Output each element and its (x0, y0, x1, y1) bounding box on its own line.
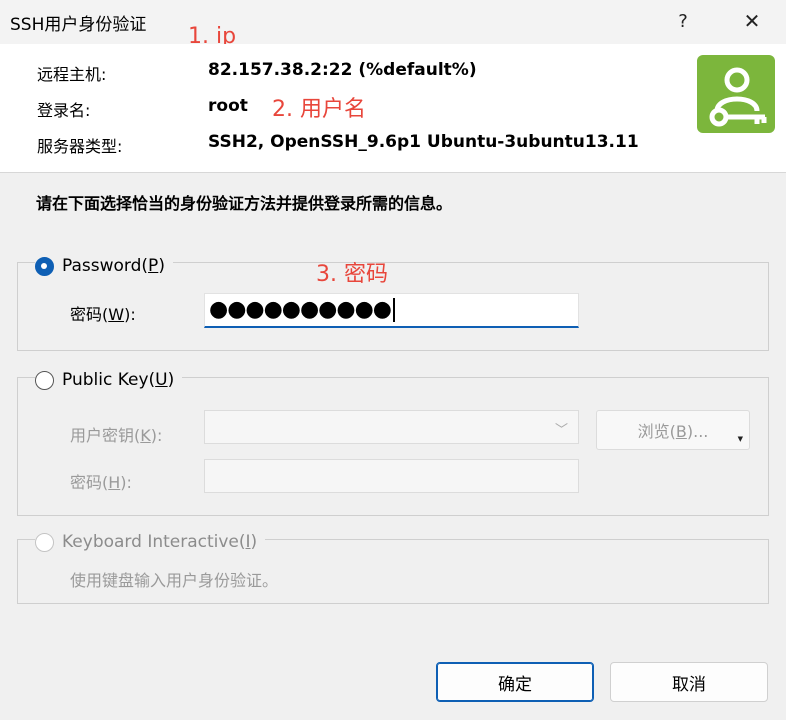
password-field-label: 密码(W): (70, 305, 136, 324)
public-key-radio[interactable]: Public Key(U) (35, 366, 183, 394)
login-name-label: 登录名: (37, 101, 91, 120)
instruction-text: 请在下面选择恰当的身份验证方法并提供登录所需的信息。 (36, 194, 453, 213)
password-radio[interactable]: Password(P) (35, 252, 173, 280)
keyboard-interactive-description: 使用键盘输入用户身份验证。 (70, 571, 279, 590)
radio-unselected-icon (35, 370, 54, 390)
keyboard-interactive-radio[interactable]: Keyboard Interactive(I) (35, 528, 266, 556)
user-key-label: 用户密钥(K): (70, 426, 163, 445)
radio-disabled-icon (35, 532, 54, 552)
title-bar: SSH用户身份验证 ? ✕ (0, 0, 786, 44)
dialog-title: SSH用户身份验证 (10, 15, 147, 35)
passphrase-input[interactable] (204, 459, 579, 493)
password-input[interactable]: ●●●●●●●●●● (204, 293, 579, 328)
user-key-icon (697, 55, 775, 133)
password-mask: ●●●●●●●●●● (209, 297, 392, 322)
password-radio-label: Password(P) (62, 256, 165, 276)
close-button[interactable]: ✕ (729, 4, 775, 38)
login-name-value: root (208, 96, 248, 116)
passphrase-label: 密码(H): (70, 473, 132, 492)
ok-button[interactable]: 确定 (436, 662, 594, 702)
connection-info-panel: 远程主机: 82.157.38.2:22 (%default%) 登录名: ro… (0, 44, 786, 173)
server-type-label: 服务器类型: (37, 137, 123, 156)
remote-host-value: 82.157.38.2:22 (%default%) (208, 60, 477, 80)
chevron-down-icon: ﹀ (554, 423, 568, 438)
dropdown-arrow-icon: ▼ (737, 435, 743, 443)
annotation-password: 3. 密码 (316, 262, 388, 287)
keyboard-interactive-radio-label: Keyboard Interactive(I) (62, 532, 258, 552)
radio-selected-icon (35, 256, 54, 276)
browse-button[interactable]: 浏览(B)... ▼ (596, 410, 750, 450)
text-caret (392, 298, 395, 322)
browse-button-label: 浏览(B)... (637, 422, 709, 441)
remote-host-label: 远程主机: (37, 65, 107, 84)
help-button[interactable]: ? (660, 4, 706, 38)
public-key-radio-label: Public Key(U) (62, 370, 175, 390)
server-type-value: SSH2, OpenSSH_9.6p1 Ubuntu-3ubuntu13.11 (208, 132, 639, 152)
user-key-dropdown[interactable]: ﹀ (204, 410, 579, 444)
annotation-username: 2. 用户名 (272, 97, 366, 122)
cancel-button[interactable]: 取消 (610, 662, 768, 702)
